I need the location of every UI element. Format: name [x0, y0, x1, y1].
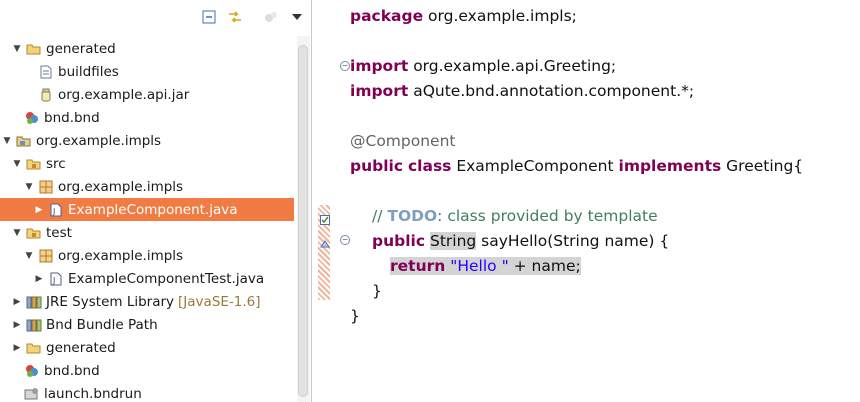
code-line-3: import org.example.api.Greeting;: [350, 57, 617, 75]
tree-item-package-src[interactable]: ▼ org.example.impls: [0, 175, 311, 198]
code-line-11: return "Hello " + name;: [390, 257, 581, 275]
svg-text:J: J: [52, 276, 55, 285]
source-folder-icon: [26, 225, 42, 241]
tree-item-label: buildfiles: [58, 63, 119, 80]
package-icon: [38, 248, 54, 264]
library-icon: [26, 317, 42, 333]
code-line-10: public String sayHello(String name) {: [372, 232, 670, 250]
expanded-twisty-icon[interactable]: ▼: [12, 44, 22, 54]
filter-icon[interactable]: [262, 8, 280, 26]
folder-open-icon: [26, 41, 42, 57]
tree-item-decoration: [JavaSE-1.6]: [178, 293, 261, 310]
tree-item-example-component[interactable]: ▶ J ExampleComponent.java: [0, 198, 294, 221]
scrollbar-thumb[interactable]: [298, 45, 308, 397]
code-line-6: @Component: [350, 132, 456, 150]
tree-item-label: ExampleComponent.java: [68, 201, 238, 218]
collapsed-twisty-icon[interactable]: ▶: [34, 274, 44, 284]
java-file-icon: J: [48, 271, 64, 287]
tree-item-src[interactable]: ▼ src: [0, 152, 311, 175]
source-folder-icon: [26, 156, 42, 172]
package-explorer: ▼ generated buildfiles org.example.api.j…: [0, 0, 312, 402]
editor-ruler: [312, 0, 332, 402]
tree-item-api-jar[interactable]: org.example.api.jar: [0, 83, 311, 106]
tree-item-label: bnd.bnd: [44, 362, 100, 379]
code-line-9: // TODO: class provided by template: [372, 207, 658, 225]
tree-item-buildfiles[interactable]: buildfiles: [0, 60, 311, 83]
collapsed-twisty-icon[interactable]: ▶: [12, 320, 22, 330]
tree-item-jre-library[interactable]: ▶ JRE System Library [JavaSE-1.6]: [0, 290, 311, 313]
java-file-icon: J: [48, 202, 64, 218]
tree-item-label: launch.bndrun: [44, 385, 142, 402]
code-line-12: }: [372, 282, 382, 300]
tree-item-label: org.example.impls: [58, 247, 184, 264]
file-icon: [38, 64, 54, 80]
collapsed-twisty-icon[interactable]: ▶: [34, 205, 44, 215]
project-icon: [16, 133, 32, 149]
svg-text:J: J: [52, 207, 55, 216]
expanded-twisty-icon[interactable]: ▼: [24, 182, 34, 192]
expanded-twisty-icon[interactable]: ▼: [24, 251, 34, 261]
tree-item-label: Bnd Bundle Path: [46, 316, 158, 333]
java-editor[interactable]: − − package org.example.impls; import or…: [332, 0, 860, 402]
tree-item-project-impls[interactable]: ▼ org.example.impls: [0, 129, 302, 152]
tree-item-generated[interactable]: ▼ generated: [0, 37, 311, 60]
collapsed-twisty-icon[interactable]: ▶: [12, 297, 22, 307]
fold-toggle-icon[interactable]: −: [340, 235, 350, 245]
collapsed-twisty-icon[interactable]: ▶: [12, 343, 22, 353]
package-icon: [38, 179, 54, 195]
view-menu-icon[interactable]: [288, 8, 306, 26]
expanded-twisty-icon[interactable]: ▼: [12, 228, 22, 238]
task-marker-icon[interactable]: [320, 210, 330, 225]
implements-marker-icon[interactable]: [320, 234, 330, 248]
code-line-1: package org.example.impls;: [350, 7, 577, 25]
code-line-13: }: [350, 307, 360, 325]
tree-item-label: ExampleComponentTest.java: [68, 270, 265, 287]
bnd-file-icon: [24, 363, 40, 379]
tree-item-label: org.example.impls: [58, 178, 184, 195]
tree-item-label: generated: [46, 40, 116, 57]
folder-icon: [26, 340, 42, 356]
link-with-editor-icon[interactable]: [226, 8, 244, 26]
tree-item-bnd-bnd-2[interactable]: bnd.bnd: [0, 359, 311, 382]
tree-item-bnd-bnd[interactable]: bnd.bnd: [0, 106, 311, 129]
launch-icon: [24, 386, 40, 402]
fold-toggle-icon[interactable]: −: [340, 61, 350, 71]
bnd-file-icon: [24, 110, 40, 126]
tree-item-label: org.example.impls: [36, 132, 162, 149]
tree-item-example-component-test[interactable]: ▶ J ExampleComponentTest.java: [0, 267, 311, 290]
tree-item-label: src: [46, 155, 66, 172]
tree-item-test[interactable]: ▼ test: [0, 221, 311, 244]
collapse-all-icon[interactable]: [200, 8, 218, 26]
tree-item-label: test: [46, 224, 72, 241]
expanded-twisty-icon[interactable]: ▼: [2, 136, 12, 146]
expanded-twisty-icon[interactable]: ▼: [12, 159, 22, 169]
tree-item-label: bnd.bnd: [44, 109, 100, 126]
tree-item-package-test[interactable]: ▼ org.example.impls: [0, 244, 311, 267]
tree-item-label: org.example.api.jar: [58, 86, 190, 103]
tree-item-label: JRE System Library: [46, 293, 175, 310]
tree-item-bnd-bundle-path[interactable]: ▶ Bnd Bundle Path: [0, 313, 311, 336]
jar-icon: [38, 87, 54, 103]
code-line-4: import aQute.bnd.annotation.component.*;: [350, 82, 695, 100]
tree-item-label: generated: [46, 339, 116, 356]
library-icon: [26, 294, 42, 310]
explorer-toolbar: [0, 0, 311, 36]
tree-item-launch-bndrun[interactable]: launch.bndrun: [0, 382, 311, 402]
tree-item-generated-2[interactable]: ▶ generated: [0, 336, 311, 359]
code-line-7: public class ExampleComponent implements…: [350, 157, 804, 175]
